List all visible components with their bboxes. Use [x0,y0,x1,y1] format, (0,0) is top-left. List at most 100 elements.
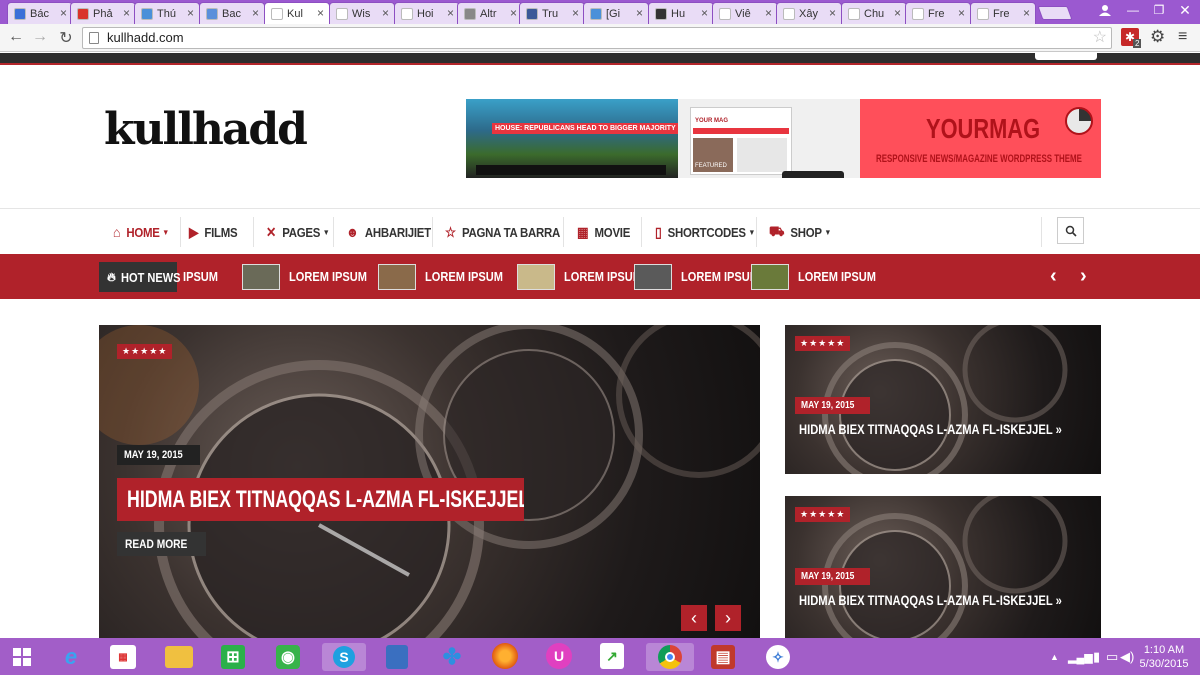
browser-tab[interactable]: Bác × [7,2,73,24]
restore-window-button[interactable]: ❐ [1146,0,1172,20]
close-window-button[interactable]: ✕ [1172,0,1198,20]
tab-close-icon[interactable]: × [636,6,643,20]
cross-icon: ✕ [266,223,277,240]
tab-close-icon[interactable]: × [958,6,965,20]
browser-tab[interactable]: Thú × [134,2,200,24]
nav-item[interactable]: ▯ SHORTCODES ▼ [655,221,755,243]
ticker-next-button[interactable]: › [1080,265,1087,288]
hot-news-item[interactable]: IPSUM [183,263,224,290]
post-title[interactable]: HIDMA BIEX TITNAQQAS L-AZMA FL-ISKEJJEL … [117,478,524,521]
hot-news-item[interactable]: LOREM IPSUM [378,263,517,290]
browser-tab[interactable]: [Gi × [583,2,649,24]
side-featured-slide[interactable]: ★★★★★ MAY 19, 2015 HIDMA BIEX TITNAQQAS L-… [785,325,1101,474]
browser-tab[interactable]: Bac × [199,2,265,24]
nav-item[interactable]: ☻ AHBARIJIET [346,221,431,243]
tab-close-icon[interactable]: × [765,6,772,20]
tray-arrow-icon[interactable]: ▲ [1050,652,1059,662]
browser-tab[interactable]: Fre × [905,2,971,24]
slide-prev-button[interactable]: ‹ [681,605,707,631]
back-button[interactable]: ← [6,28,26,46]
nav-item[interactable]: ⛟ SHOP ▼ [769,221,831,243]
archive-app-icon[interactable]: ▤ [711,645,735,669]
tab-close-icon[interactable]: × [829,6,836,20]
browser-tab[interactable]: Wis × [329,2,395,24]
main-featured-slide[interactable]: ★★★★★ MAY 19, 2015 HIDMA BIEX TITNAQQAS … [99,325,760,639]
menu-icon[interactable]: ≡ [1178,28,1187,46]
network-app-icon[interactable]: ✤ [437,643,467,671]
banner-city-image: HOUSE: REPUBLICANS HEAD TO BIGGER MAJORI… [466,99,679,178]
address-bar[interactable]: kullhadd.com ☆ [82,27,1112,49]
tab-close-icon[interactable]: × [187,6,194,20]
tab-label: [Gi [606,7,621,20]
nav-item[interactable]: ▶ FILMS [189,221,238,243]
browser-tab[interactable]: Tru × [519,2,585,24]
battery-icon[interactable]: ▮ [1093,649,1100,665]
browser-tab[interactable]: Kul × [264,2,330,24]
document-app-icon[interactable] [386,645,408,669]
top-bar-search-box[interactable] [1035,53,1097,60]
internet-explorer-icon[interactable]: e [56,643,86,671]
signal-icon[interactable]: ▂▄▆ [1068,651,1093,664]
tab-close-icon[interactable]: × [252,6,259,20]
skype-icon[interactable]: S [322,643,366,671]
tab-favicon-icon [464,7,476,20]
minimize-window-button[interactable]: — [1120,0,1146,20]
clock[interactable]: 1:10 AM 5/30/2015 [1138,643,1190,671]
u-app-icon[interactable]: U [546,643,572,669]
browser-tab[interactable]: Altr × [457,2,523,24]
browser-tab[interactable]: Chu × [841,2,907,24]
search-button[interactable] [1057,217,1084,244]
forward-button[interactable]: → [30,28,50,46]
chart-app-icon[interactable]: ↗ [600,643,624,669]
start-button[interactable] [6,643,38,671]
tab-close-icon[interactable]: × [1023,6,1030,20]
ticker-prev-button[interactable]: ‹ [1050,265,1057,288]
side-featured-slide[interactable]: ★★★★★ MAY 19, 2015 HIDMA BIEX TITNAQQAS L-… [785,496,1101,639]
chrome-icon[interactable] [646,643,694,671]
browser-tab[interactable]: Viê × [712,2,778,24]
network-icon[interactable]: ▭ [1106,649,1118,665]
tab-close-icon[interactable]: × [123,6,130,20]
tab-close-icon[interactable]: × [510,6,517,20]
tab-close-icon[interactable]: × [382,6,389,20]
messenger-icon[interactable]: ◉ [276,645,300,669]
reload-button[interactable]: ↻ [56,28,76,48]
firefox-icon[interactable] [492,643,518,669]
nav-item[interactable]: ☆ PAGNA TA BARRA [445,221,560,243]
safari-icon[interactable]: ✧ [766,645,790,669]
nav-item[interactable]: ⌂ HOME ▼ [113,221,169,243]
tab-label: Wis [352,7,371,20]
slide-next-button[interactable]: › [715,605,741,631]
browser-tab[interactable]: Hu × [648,2,714,24]
browser-tab[interactable]: Hoi × [394,2,460,24]
browser-toolbar: ← → ↻ kullhadd.com ☆ ✱ 2 ⚙ ≡ [0,24,1200,52]
user-icon[interactable] [1092,0,1118,20]
read-more-button[interactable]: READ MORE [117,532,207,556]
volume-icon[interactable]: ◀) [1120,649,1134,665]
tab-close-icon[interactable]: × [701,6,708,20]
bookmark-star-icon[interactable]: ☆ [1093,28,1107,48]
post-title[interactable]: HIDMA BIEX TITNAQQAS L-AZMA FL-ISKEJJEL … [799,592,1101,608]
browser-tab[interactable]: Phả × [70,2,136,24]
video-icon: ▶ [189,223,199,240]
browser-tab[interactable]: Xây × [776,2,842,24]
tab-close-icon[interactable]: × [60,6,67,20]
tab-close-icon[interactable]: × [894,6,901,20]
tab-close-icon[interactable]: × [317,6,324,20]
banner-ad[interactable]: HOUSE: REPUBLICANS HEAD TO BIGGER MAJORI… [466,99,1101,178]
tab-close-icon[interactable]: × [572,6,579,20]
nav-item[interactable]: ▦ MOVIE [577,221,630,243]
app-grid-icon[interactable]: ▦ [110,645,136,669]
settings-gear-icon[interactable]: ⚙ [1150,27,1165,47]
hot-news-item[interactable]: LOREM IPSUM [751,263,890,290]
nav-item[interactable]: ✕ PAGES ▼ [266,221,330,243]
store-icon[interactable]: ⊞ [221,645,245,669]
browser-tab[interactable]: Fre × [970,2,1036,24]
new-tab-button[interactable] [1037,6,1073,20]
file-explorer-icon[interactable] [165,646,193,668]
tab-label: Phả [93,7,113,20]
tab-close-icon[interactable]: × [447,6,454,20]
post-title[interactable]: HIDMA BIEX TITNAQQAS L-AZMA FL-ISKEJJEL … [799,421,1101,437]
hot-news-item[interactable]: LOREM IPSUM [242,263,381,290]
site-logo[interactable]: kullhadd [104,104,308,155]
